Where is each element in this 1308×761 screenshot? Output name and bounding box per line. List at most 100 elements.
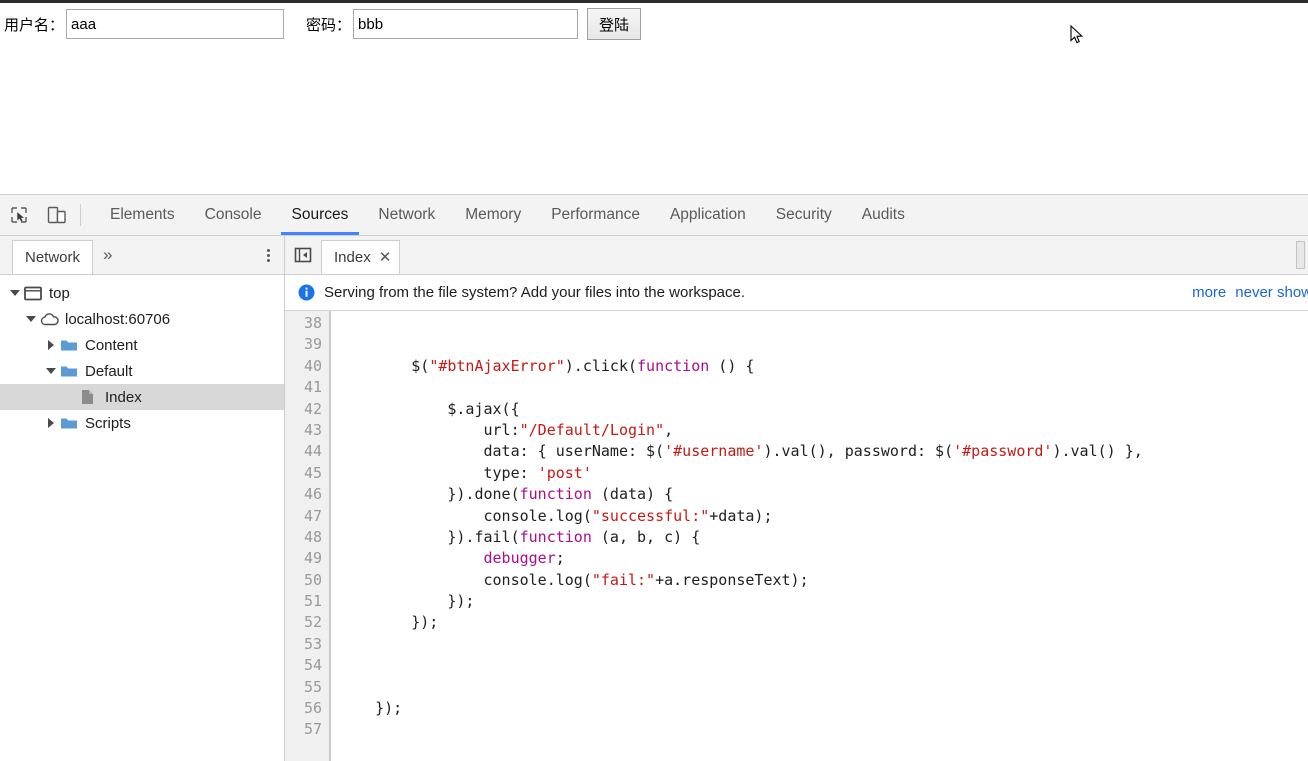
- cloud-icon: [40, 311, 59, 327]
- code-line[interactable]: $("#btnAjaxError").click(function () {: [331, 356, 1308, 377]
- line-number[interactable]: 54: [285, 655, 329, 676]
- code-line[interactable]: type: 'post': [331, 463, 1308, 484]
- code-token: console.log(: [339, 506, 592, 525]
- info-more-link[interactable]: more: [1192, 284, 1226, 301]
- tabbar-scrollbar[interactable]: [1296, 241, 1305, 269]
- code-token: data: { userName: $(: [339, 442, 665, 461]
- line-number[interactable]: 56: [285, 698, 329, 719]
- line-number[interactable]: 42: [285, 399, 329, 420]
- code-line[interactable]: [331, 313, 1308, 334]
- line-number[interactable]: 57: [285, 719, 329, 740]
- tree-item-index[interactable]: Index: [0, 384, 284, 410]
- web-page-viewport: 用户名： 密码： 登陆: [0, 3, 1308, 195]
- code-line[interactable]: console.log("fail:"+a.responseText);: [331, 570, 1308, 591]
- tree-item-label: Default: [85, 362, 133, 380]
- line-number[interactable]: 49: [285, 548, 329, 569]
- code-line[interactable]: });: [331, 698, 1308, 719]
- tree-item-scripts[interactable]: Scripts: [0, 410, 284, 436]
- code-line[interactable]: [331, 677, 1308, 698]
- tab-network[interactable]: Network: [363, 195, 450, 235]
- code-token: ,: [664, 420, 674, 439]
- twisty-down-icon[interactable]: [24, 312, 38, 326]
- line-number[interactable]: 41: [285, 377, 329, 398]
- line-number[interactable]: 53: [285, 634, 329, 655]
- code-line[interactable]: [331, 655, 1308, 676]
- tab-elements[interactable]: Elements: [95, 195, 190, 235]
- code-line[interactable]: console.log("successful:"+data);: [331, 506, 1308, 527]
- nav-tab-network[interactable]: Network: [12, 240, 94, 274]
- code-token: "#btnAjaxError": [429, 356, 565, 375]
- device-toolbar-icon[interactable]: [38, 195, 76, 235]
- code-token: "successful:": [591, 506, 710, 525]
- line-number[interactable]: 47: [285, 506, 329, 527]
- line-number[interactable]: 52: [285, 612, 329, 633]
- twisty-down-icon[interactable]: [44, 364, 58, 378]
- tree-item-content[interactable]: Content: [0, 332, 284, 358]
- tab-sources[interactable]: Sources: [277, 195, 364, 235]
- code-token: +data);: [709, 506, 773, 525]
- code-line[interactable]: [331, 334, 1308, 355]
- code-line[interactable]: });: [331, 612, 1308, 633]
- devtools-main-tabs: Elements Console Sources Network Memory …: [87, 195, 920, 235]
- code-line[interactable]: url:"/Default/Login",: [331, 420, 1308, 441]
- inspect-element-icon[interactable]: [0, 195, 38, 235]
- login-button[interactable]: 登陆: [587, 8, 642, 40]
- file-icon: [80, 389, 99, 405]
- code-line[interactable]: $.ajax({: [331, 399, 1308, 420]
- navigator-pane: Network » top localhost:60706 Content De…: [0, 236, 285, 761]
- line-number[interactable]: 38: [285, 313, 329, 334]
- editor-tab-index[interactable]: Index ✕: [321, 240, 401, 274]
- code-line[interactable]: }).done(function (data) {: [331, 484, 1308, 505]
- tree-item-label: Index: [105, 388, 142, 406]
- info-never-show-link[interactable]: never show: [1235, 284, 1308, 301]
- username-input[interactable]: [66, 9, 285, 39]
- devtools-toolbar: Elements Console Sources Network Memory …: [0, 195, 1308, 236]
- line-number[interactable]: 46: [285, 484, 329, 505]
- tree-item-top[interactable]: top: [0, 280, 284, 306]
- more-options-icon[interactable]: [267, 236, 270, 274]
- tab-application[interactable]: Application: [655, 195, 761, 235]
- tab-performance[interactable]: Performance: [536, 195, 655, 235]
- collapse-navigator-icon[interactable]: [285, 236, 321, 274]
- line-number[interactable]: 55: [285, 677, 329, 698]
- password-input[interactable]: [353, 9, 579, 39]
- code-token: ).val() },: [1052, 442, 1143, 461]
- close-icon[interactable]: ✕: [379, 250, 392, 265]
- code-editor[interactable]: 38 39 40 41 42 43 44 45 46 47 48 49 50 51 52 53 54 55 56 57…: [285, 311, 1308, 761]
- code-token: ).val(), password: $(: [763, 442, 954, 461]
- tree-item-localhost[interactable]: localhost:60706: [0, 306, 284, 332]
- code-token: $.ajax({: [339, 399, 520, 418]
- line-number[interactable]: 51: [285, 591, 329, 612]
- more-tabs-chevron-icon[interactable]: »: [93, 236, 122, 274]
- line-number[interactable]: 44: [285, 441, 329, 462]
- code-token: function: [519, 527, 592, 546]
- line-number[interactable]: 45: [285, 463, 329, 484]
- code-line[interactable]: [331, 719, 1308, 740]
- code-line[interactable]: });: [331, 591, 1308, 612]
- code-token: function: [637, 356, 710, 375]
- tab-audits[interactable]: Audits: [847, 195, 920, 235]
- twisty-right-icon[interactable]: [44, 338, 58, 352]
- tree-item-default[interactable]: Default: [0, 358, 284, 384]
- twisty-down-icon[interactable]: [8, 286, 22, 300]
- code-token: console.log(: [339, 570, 592, 589]
- code-line[interactable]: [331, 377, 1308, 398]
- tab-security[interactable]: Security: [761, 195, 847, 235]
- line-number[interactable]: 48: [285, 527, 329, 548]
- tab-memory[interactable]: Memory: [450, 195, 536, 235]
- tree-item-label: top: [49, 284, 70, 302]
- code-line[interactable]: data: { userName: $('#username').val(), …: [331, 441, 1308, 462]
- info-bar-actions: more never show: [1192, 275, 1308, 310]
- code-content[interactable]: $("#btnAjaxError").click(function () { $…: [331, 311, 1308, 761]
- code-line[interactable]: [331, 634, 1308, 655]
- password-label: 密码：: [306, 15, 352, 34]
- code-line[interactable]: debugger;: [331, 548, 1308, 569]
- code-line[interactable]: }).fail(function (a, b, c) {: [331, 527, 1308, 548]
- line-number[interactable]: 50: [285, 570, 329, 591]
- line-number[interactable]: 39: [285, 334, 329, 355]
- line-number[interactable]: 40: [285, 356, 329, 377]
- tab-console[interactable]: Console: [190, 195, 277, 235]
- line-number[interactable]: 43: [285, 420, 329, 441]
- twisty-right-icon[interactable]: [44, 416, 58, 430]
